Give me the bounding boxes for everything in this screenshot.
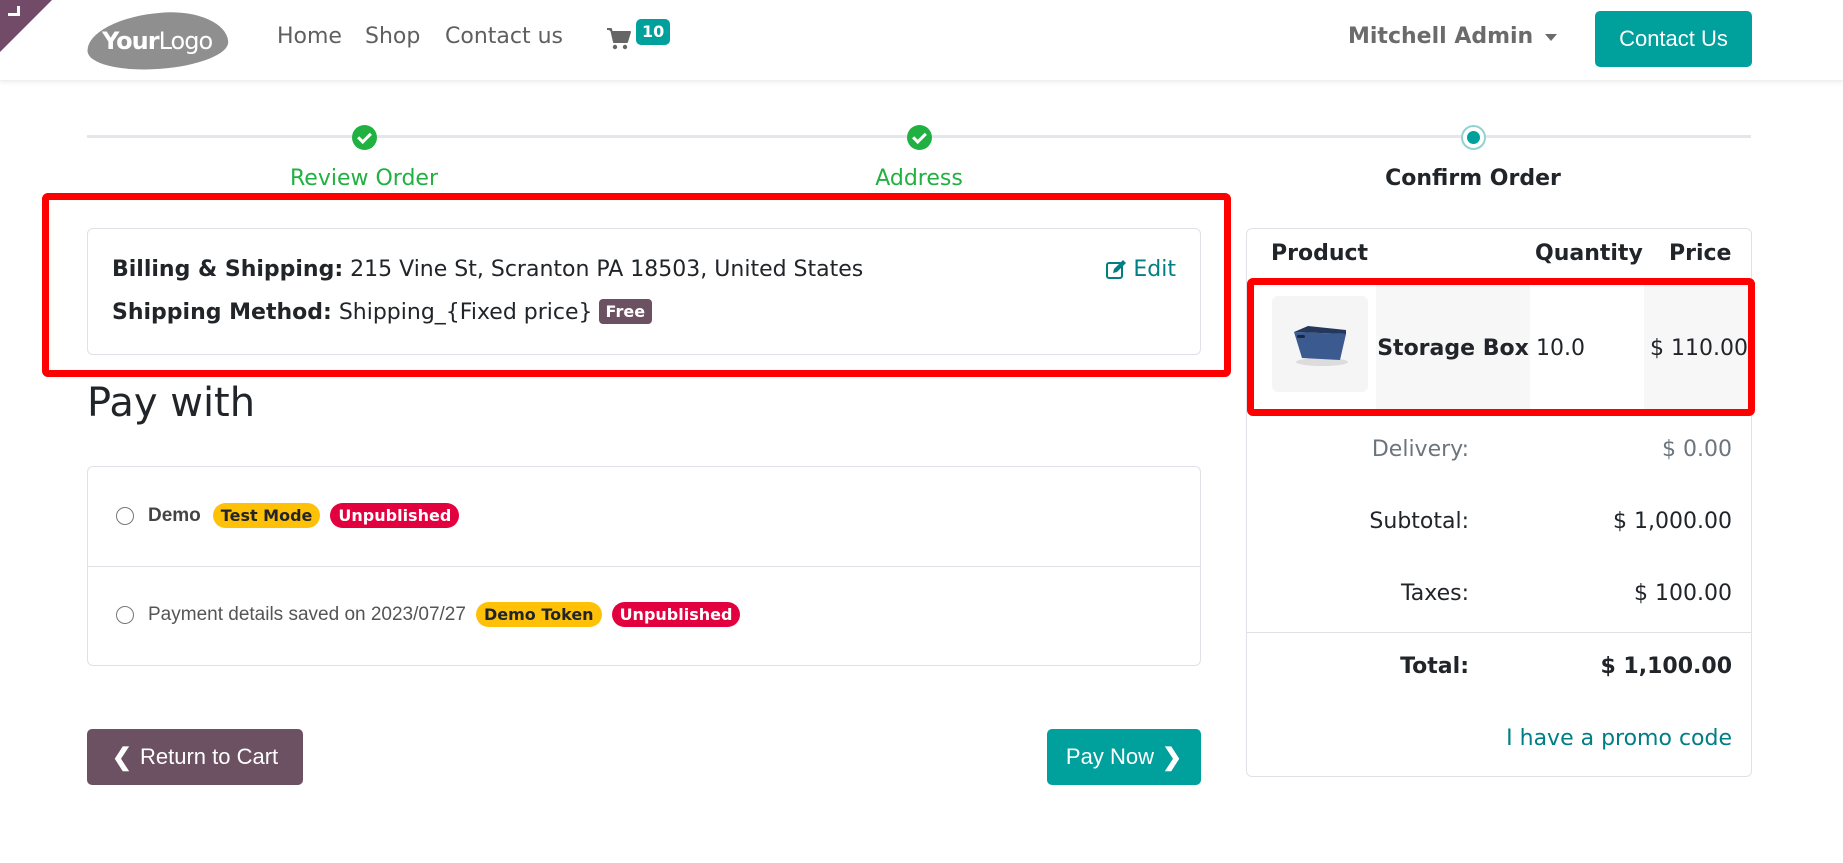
product-quantity: 10.0: [1536, 335, 1585, 361]
step-address[interactable]: Address: [769, 166, 1069, 191]
edit-address-link[interactable]: Edit: [1105, 257, 1176, 282]
shopping-cart-icon[interactable]: [606, 27, 632, 51]
billing-label: Billing & Shipping:: [112, 257, 344, 282]
cart-count-badge: 10: [636, 19, 671, 45]
storage-box-icon: [1294, 326, 1348, 366]
logo-text-bold: Your: [102, 27, 160, 55]
site-header: YourLogo Home Shop Contact us 10 Mitchel…: [0, 0, 1843, 81]
column-header-price: Price: [1669, 241, 1732, 266]
pay-now-label: Pay Now: [1065, 744, 1154, 769]
payment-option-demo[interactable]: Demo Test Mode Unpublished: [116, 503, 469, 528]
payment-name: Demo: [148, 504, 201, 526]
step-address-check-icon: [907, 125, 932, 150]
demo-token-badge: Demo Token: [475, 602, 602, 627]
billing-shipping-row: Billing & Shipping: 215 Vine St, Scranto…: [112, 257, 863, 282]
table-row: Storage Box 10.0 $ 110.00: [1248, 284, 1752, 412]
product-image[interactable]: [1272, 296, 1368, 392]
billing-address: 215 Vine St, Scranton PA 18503, United S…: [350, 257, 864, 282]
pay-now-button[interactable]: Pay Now ❯: [1047, 729, 1201, 785]
payment-radio-demo[interactable]: [116, 506, 134, 525]
saved-payment-text: Payment details saved on 2023/07/27: [148, 603, 466, 625]
nav-home[interactable]: Home: [277, 24, 342, 49]
delivery-label: Delivery:: [1371, 437, 1469, 462]
total-divider: [1247, 632, 1751, 633]
unpublished-badge: Unpublished: [611, 602, 741, 627]
step-confirm-order: Confirm Order: [1385, 166, 1561, 191]
product-price: $ 110.00: [1644, 284, 1752, 412]
nav-contact-us[interactable]: Contact us: [445, 24, 563, 49]
unpublished-badge: Unpublished: [330, 503, 460, 528]
step-review-check-icon: [352, 125, 377, 150]
contact-us-button[interactable]: Contact Us: [1595, 11, 1752, 67]
corner-arrow-icon[interactable]: [8, 6, 20, 16]
delivery-value: $ 0.00: [1662, 437, 1732, 462]
edit-icon: [1106, 259, 1127, 279]
nav-shop[interactable]: Shop: [365, 24, 420, 49]
product-name: Storage Box: [1376, 284, 1530, 412]
chevron-right-icon: ❯: [1161, 743, 1183, 771]
edit-label: Edit: [1133, 257, 1176, 282]
user-name: Mitchell Admin: [1348, 24, 1534, 49]
logo[interactable]: YourLogo: [85, 8, 230, 74]
caret-down-icon: [1545, 33, 1558, 41]
total-value: $ 1,100.00: [1600, 654, 1732, 679]
promo-code-link[interactable]: I have a promo code: [1506, 726, 1732, 751]
column-header-product: Product: [1271, 241, 1369, 266]
free-badge: Free: [598, 299, 653, 324]
subtotal-label: Subtotal:: [1369, 509, 1469, 534]
subtotal-value: $ 1,000.00: [1613, 509, 1732, 534]
return-to-cart-button[interactable]: ❮ Return to Cart: [87, 729, 303, 785]
payment-radio-token[interactable]: [116, 605, 134, 624]
step-confirm-current-icon: [1461, 125, 1486, 150]
chevron-left-icon: ❮: [111, 743, 132, 771]
pay-with-heading: Pay with: [87, 380, 256, 426]
shipping-method-row: Shipping Method: Shipping_{Fixed price} F…: [112, 299, 653, 325]
payment-option-saved-token[interactable]: Payment details saved on 2023/07/27 Demo…: [116, 602, 750, 627]
step-review-order[interactable]: Review Order: [214, 166, 514, 191]
taxes-label: Taxes:: [1400, 581, 1469, 606]
payment-divider: [88, 566, 1200, 567]
column-header-quantity: Quantity: [1535, 241, 1643, 266]
taxes-value: $ 100.00: [1634, 581, 1732, 606]
payment-options-card: Demo Test Mode Unpublished Payment detai…: [87, 466, 1201, 666]
order-summary-card: Product Quantity Price Storage Box 10.0 …: [1246, 228, 1752, 777]
shipping-method-value: Shipping_{Fixed price}: [338, 300, 593, 325]
shipping-method-label: Shipping Method:: [112, 300, 332, 325]
test-mode-badge: Test Mode: [212, 503, 321, 528]
address-card: Billing & Shipping: 215 Vine St, Scranto…: [87, 228, 1201, 355]
return-to-cart-label: Return to Cart: [139, 744, 279, 769]
total-label: Total:: [1400, 654, 1469, 679]
user-menu[interactable]: Mitchell Admin: [1348, 24, 1558, 49]
logo-text-light: Logo: [159, 27, 213, 55]
